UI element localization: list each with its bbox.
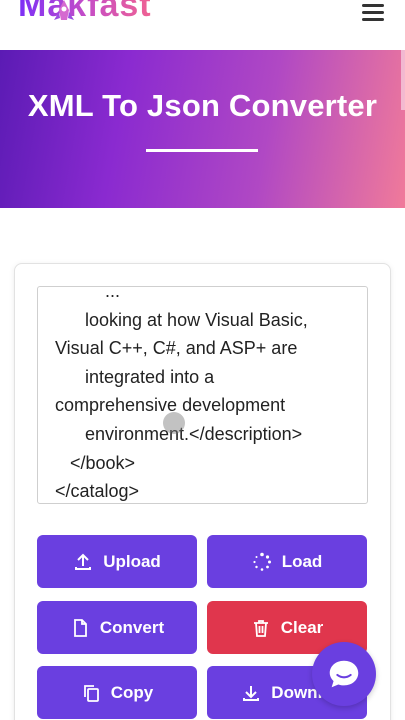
spinner-icon [253, 552, 271, 571]
load-button[interactable]: Load [207, 535, 367, 588]
page-title: XML To Json Converter [27, 88, 378, 123]
trash-icon [253, 619, 268, 637]
copy-button[interactable]: Copy [37, 666, 197, 719]
convert-button[interactable]: Convert [37, 601, 197, 654]
title-underline [146, 149, 258, 152]
touch-indicator [163, 412, 185, 434]
upload-icon [75, 553, 92, 570]
load-label: Load [281, 551, 323, 571]
hamburger-menu-icon[interactable] [362, 4, 384, 22]
xml-input-content: ... looking at how Visual Basic, Visual … [55, 286, 308, 502]
top-navbar: Makfast [0, 0, 405, 50]
chat-bubble-icon [329, 660, 359, 688]
file-icon [73, 618, 87, 637]
chat-widget-button[interactable] [312, 642, 376, 706]
brand-logo[interactable]: Makfast [18, 0, 152, 25]
rocket-icon [54, 0, 74, 20]
hero-banner: XML To Json Converter [0, 50, 405, 208]
copy-icon [83, 684, 99, 702]
download-icon [243, 685, 260, 701]
upload-label: Upload [103, 551, 161, 571]
convert-label: Convert [99, 617, 165, 637]
clear-label: Clear [280, 617, 324, 637]
upload-button[interactable]: Upload [37, 535, 197, 588]
xml-input-textarea[interactable]: ... looking at how Visual Basic, Visual … [37, 286, 368, 504]
copy-label: Copy [110, 682, 154, 702]
page-scrollbar[interactable] [401, 50, 405, 110]
